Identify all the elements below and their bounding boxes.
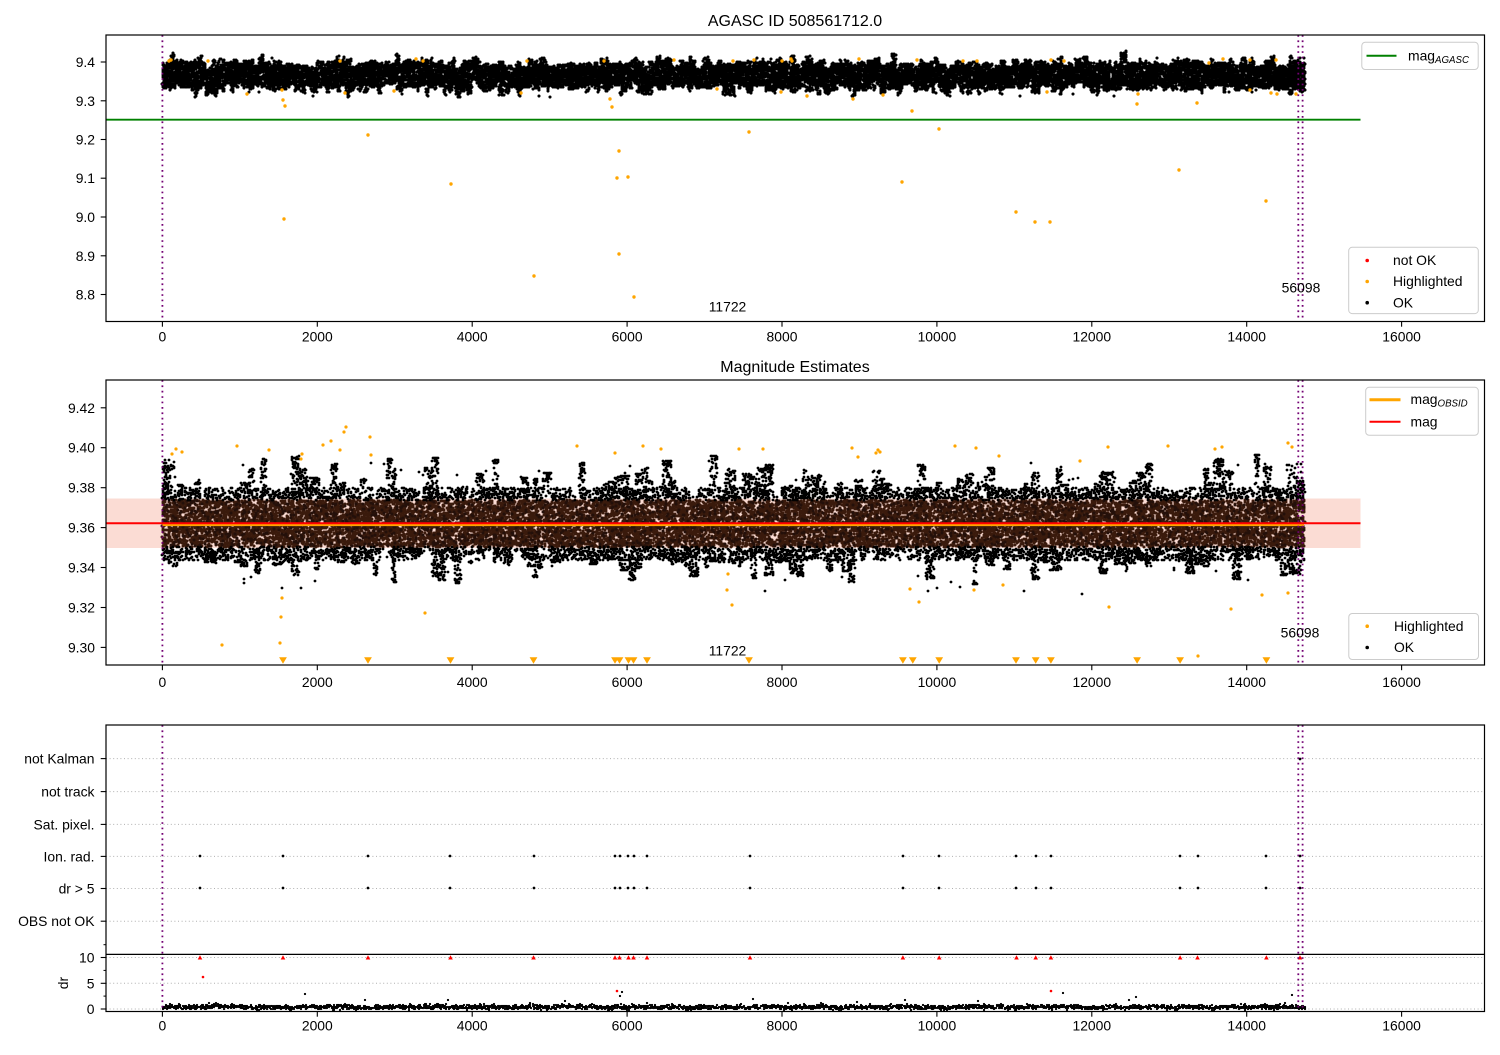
svg-text:14000: 14000 [1227, 674, 1266, 690]
svg-text:0: 0 [159, 674, 167, 690]
svg-text:not Kalman: not Kalman [24, 751, 94, 767]
svg-text:4000: 4000 [457, 1018, 488, 1034]
svg-text:9.36: 9.36 [68, 520, 95, 536]
svg-text:10: 10 [79, 950, 95, 966]
svg-text:6000: 6000 [612, 674, 643, 690]
svg-text:4000: 4000 [457, 674, 488, 690]
svg-text:9.1: 9.1 [76, 170, 96, 186]
svg-text:9.30: 9.30 [68, 639, 95, 655]
svg-text:4000: 4000 [457, 329, 488, 345]
svg-text:12000: 12000 [1072, 329, 1111, 345]
svg-text:8000: 8000 [767, 1018, 798, 1034]
svg-text:16000: 16000 [1382, 329, 1421, 345]
svg-text:9.3: 9.3 [76, 93, 96, 109]
svg-text:11722: 11722 [709, 643, 747, 659]
svg-text:OK: OK [1394, 639, 1415, 655]
svg-text:8.9: 8.9 [76, 248, 96, 264]
svg-text:9.34: 9.34 [68, 560, 95, 576]
svg-text:OBS not OK: OBS not OK [18, 913, 95, 929]
svg-text:Magnitude Estimates: Magnitude Estimates [720, 359, 869, 376]
svg-text:6000: 6000 [612, 329, 643, 345]
svg-text:Highlighted: Highlighted [1394, 618, 1464, 634]
svg-text:8000: 8000 [767, 674, 798, 690]
svg-text:8.8: 8.8 [76, 287, 96, 303]
svg-text:Sat. pixel.: Sat. pixel. [34, 816, 95, 832]
svg-text:9.2: 9.2 [76, 132, 96, 148]
svg-text:2000: 2000 [302, 1018, 333, 1034]
svg-text:mag: mag [1411, 413, 1438, 429]
svg-text:5: 5 [87, 975, 95, 991]
svg-text:0: 0 [159, 329, 167, 345]
svg-text:8000: 8000 [767, 329, 798, 345]
svg-text:not OK: not OK [1393, 252, 1437, 268]
svg-text:AGASC ID 508561712.0: AGASC ID 508561712.0 [708, 13, 882, 30]
svg-text:2000: 2000 [302, 674, 333, 690]
svg-text:0: 0 [159, 1018, 167, 1034]
svg-text:10000: 10000 [918, 329, 957, 345]
svg-text:dr > 5: dr > 5 [59, 881, 95, 897]
svg-text:Highlighted: Highlighted [1393, 273, 1463, 289]
svg-text:not track: not track [41, 784, 94, 800]
svg-text:10000: 10000 [918, 674, 957, 690]
svg-text:12000: 12000 [1072, 674, 1111, 690]
svg-text:OK: OK [1393, 294, 1414, 310]
svg-text:10000: 10000 [918, 1018, 957, 1034]
svg-text:9.0: 9.0 [76, 209, 96, 225]
svg-text:9.42: 9.42 [68, 400, 95, 416]
svg-text:Ion. rad.: Ion. rad. [44, 848, 95, 864]
svg-text:16000: 16000 [1382, 674, 1421, 690]
svg-text:14000: 14000 [1227, 329, 1266, 345]
svg-text:14000: 14000 [1227, 1018, 1266, 1034]
svg-text:16000: 16000 [1382, 1018, 1421, 1034]
svg-text:11722: 11722 [709, 299, 747, 315]
svg-text:9.38: 9.38 [68, 480, 95, 496]
svg-text:6000: 6000 [612, 1018, 643, 1034]
svg-text:dr: dr [55, 976, 71, 989]
svg-text:9.32: 9.32 [68, 600, 95, 616]
svg-text:56098: 56098 [1281, 625, 1320, 641]
svg-text:0: 0 [87, 1001, 95, 1017]
svg-text:2000: 2000 [302, 329, 333, 345]
svg-text:12000: 12000 [1072, 1018, 1111, 1034]
svg-text:9.40: 9.40 [68, 440, 95, 456]
svg-text:56098: 56098 [1282, 280, 1321, 296]
svg-text:9.4: 9.4 [76, 54, 96, 70]
